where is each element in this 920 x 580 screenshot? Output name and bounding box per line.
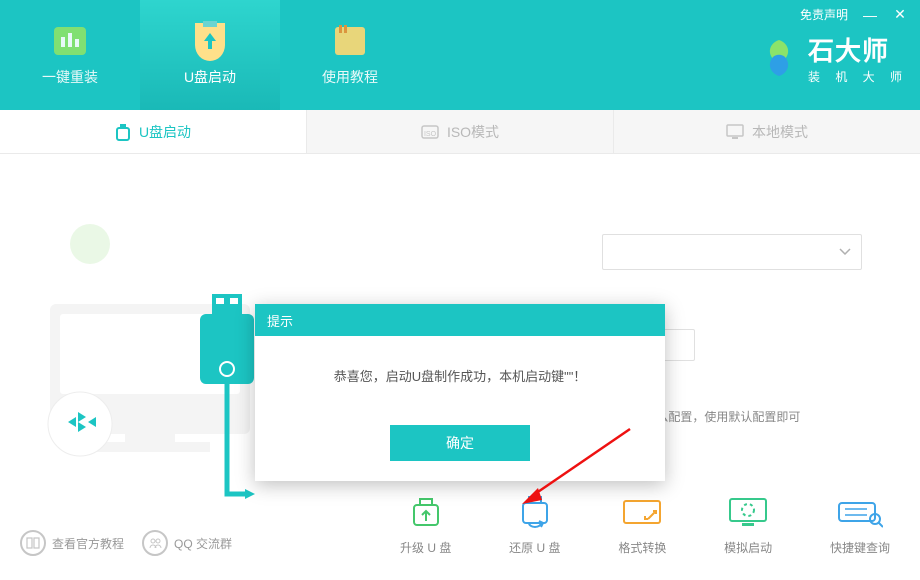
shield-usb-icon xyxy=(190,23,230,59)
monitor-icon xyxy=(726,124,744,140)
subtab-label: 本地模式 xyxy=(752,122,808,142)
subtab-label: U盘启动 xyxy=(139,122,191,142)
nav-reinstall[interactable]: 一键重装 xyxy=(0,0,140,110)
subtabs: U盘启动 ISO ISO模式 本地模式 xyxy=(0,110,920,154)
svg-text:ISO: ISO xyxy=(424,131,437,138)
brand: 石大师 装 机 大 师 xyxy=(758,31,908,85)
subtab-iso[interactable]: ISO ISO模式 xyxy=(306,110,613,153)
dialog-message: 恭喜您，启动U盘制作成功，本机启动键""！ xyxy=(275,366,645,385)
iso-icon: ISO xyxy=(421,124,439,140)
nav-label: 一键重装 xyxy=(42,67,98,87)
main-content: 开始制作 小贴士:如果不知道怎么配置，使用默认配置即可 升级 U 盘 还原 U … xyxy=(0,154,920,580)
nav-label: U盘启动 xyxy=(184,67,236,87)
chevron-down-icon xyxy=(839,248,851,256)
dialog-title: 提示 xyxy=(255,304,665,336)
bar-chart-icon xyxy=(50,23,90,59)
dialog-ok-button[interactable]: 确定 xyxy=(390,425,530,461)
modal-overlay: 提示 恭喜您，启动U盘制作成功，本机启动键""！ 确定 xyxy=(0,264,920,580)
success-dialog: 提示 恭喜您，启动U盘制作成功，本机启动键""！ 确定 xyxy=(255,304,665,481)
book-icon xyxy=(330,23,370,59)
nav-label: 使用教程 xyxy=(322,67,378,87)
nav-tutorial[interactable]: 使用教程 xyxy=(280,0,420,110)
disclaimer-link[interactable]: 免责声明 xyxy=(800,6,848,23)
subtab-usb[interactable]: U盘启动 xyxy=(0,110,306,153)
minimize-button[interactable]: — xyxy=(862,7,878,23)
ok-label: 确定 xyxy=(446,433,474,453)
window-controls: 免责声明 — ✕ xyxy=(800,6,908,23)
brand-title: 石大师 xyxy=(808,31,908,68)
header-right: 免责声明 — ✕ 石大师 装 机 大 师 xyxy=(758,0,920,110)
subtab-local[interactable]: 本地模式 xyxy=(613,110,920,153)
header: 一键重装 U盘启动 使用教程 免责声明 — ✕ 石大师 装 机 大 师 xyxy=(0,0,920,110)
nav-usb-boot[interactable]: U盘启动 xyxy=(140,0,280,110)
close-button[interactable]: ✕ xyxy=(892,7,908,23)
subtab-label: ISO模式 xyxy=(447,122,499,142)
brand-subtitle: 装 机 大 师 xyxy=(808,68,908,85)
logo-icon xyxy=(758,37,800,79)
usb-icon xyxy=(115,123,131,141)
